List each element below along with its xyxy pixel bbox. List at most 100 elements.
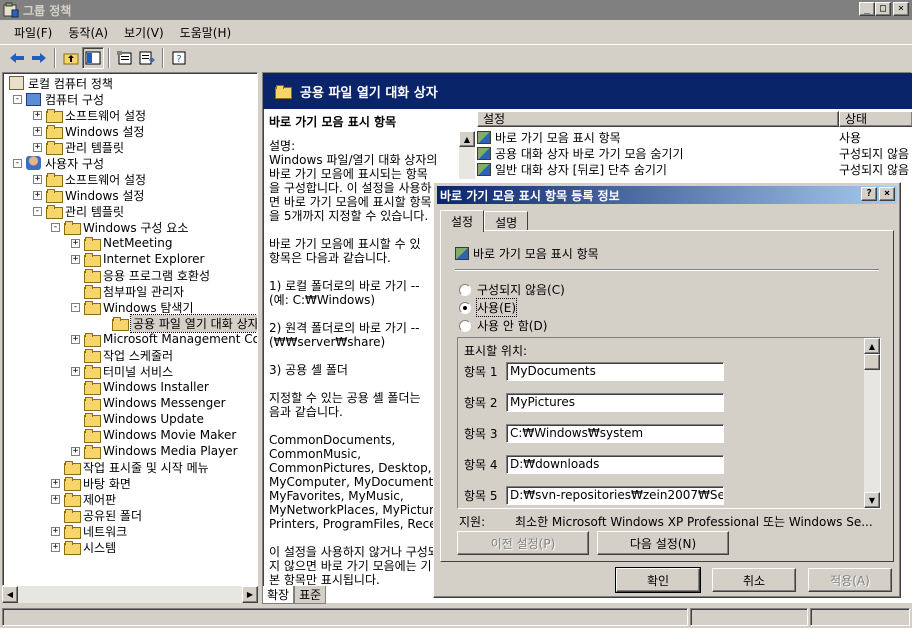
forward-icon[interactable] [28,47,50,69]
tree-node[interactable]: + NetMeeting [71,235,172,251]
place-input-2[interactable]: MyPictures [506,393,724,412]
radio-circle[interactable] [459,283,471,296]
console-tree[interactable]: 로컬 컴퓨터 정책 - 컴퓨터 구성 + 소프트웨어 설정 + Windows 설정 + 관리 … [2,72,258,586]
expand-icon[interactable]: + [71,446,80,456]
tree-node[interactable]: + 시스템 [51,539,116,555]
tree-node[interactable]: Windows Messenger [71,395,226,411]
show-hide-tree-icon[interactable] [82,46,104,69]
next-setting-button[interactable]: 다음 설정(N) [597,531,729,555]
radio-circle[interactable] [459,319,471,332]
apply-button[interactable]: 적용(A) [808,568,892,592]
tree-node[interactable]: + 소프트웨어 설정 [33,107,146,123]
tree-node[interactable]: 공용 파일 열기 대화 상자 [99,313,257,333]
column-header-state[interactable]: 상태 [839,111,912,127]
tree-node[interactable]: + Microsoft Management Con [71,331,257,347]
tree-horizontal-scrollbar[interactable]: ◀ ▶ [2,586,258,603]
tree-node[interactable]: + Windows Media Player [71,443,238,459]
expand-icon[interactable]: + [71,334,80,344]
up-folder-icon[interactable] [60,47,82,69]
expand-icon[interactable]: + [33,126,42,136]
options-scrollbar[interactable]: ▲ ▼ [864,338,880,508]
scroll-thumb[interactable] [864,354,880,370]
menu-file[interactable]: 파일(F) [6,24,60,41]
expand-icon[interactable]: + [71,254,80,264]
tree-node[interactable]: + Internet Explorer [71,251,204,267]
expand-icon[interactable]: + [33,174,42,184]
expand-icon[interactable]: + [51,526,60,536]
tree-node[interactable]: + 네트워크 [51,523,127,539]
tree-node[interactable]: - Windows 구성 요소 [51,219,188,235]
list-scrollbar[interactable]: ▲ [459,131,475,179]
tree-node[interactable]: - Windows 탐색기 [71,299,194,315]
expand-icon[interactable]: + [71,238,80,248]
radio-not-configured[interactable]: 구성되지 않음(C) [459,281,565,298]
place-input-3[interactable]: C:₩Windows₩system [506,424,724,443]
tab-standard[interactable]: 표준 [294,586,327,604]
tree-node[interactable]: 작업 표시줄 및 시작 메뉴 [51,459,209,475]
cancel-button[interactable]: 취소 [712,568,796,592]
column-header-setting[interactable]: 설정 [477,111,839,127]
expand-icon[interactable]: + [33,110,42,120]
scroll-up-icon[interactable]: ▲ [459,131,475,147]
place-input-5[interactable]: D:₩svn-repositories₩zein2007₩Secu [506,486,724,505]
menu-view[interactable]: 보기(V) [116,24,172,41]
scroll-track[interactable] [18,586,242,603]
tree-node[interactable]: 로컬 컴퓨터 정책 [9,75,113,91]
help-icon[interactable]: ? [168,47,190,69]
tree-node[interactable]: - 관리 템플릿 [33,203,124,219]
place-input-1[interactable]: MyDocuments [506,362,724,381]
place-input-4[interactable]: D:₩downloads [506,455,724,474]
tree-node[interactable]: + Windows 설정 [33,123,144,139]
ok-button[interactable]: 확인 [615,567,701,593]
tree-node[interactable]: Windows Installer [71,379,209,395]
tree-node[interactable]: Windows Update [71,411,204,427]
tree-node[interactable]: 첨부파일 관리자 [71,283,184,299]
expand-icon[interactable]: + [51,478,60,488]
radio-disabled[interactable]: 사용 안 함(D) [459,317,547,334]
radio-enabled[interactable]: 사용(E) [459,298,518,317]
tree-node[interactable]: + Windows 설정 [33,187,144,203]
scroll-left-icon[interactable]: ◀ [2,586,18,603]
tree-node[interactable]: + 관리 템플릿 [33,139,124,155]
tree-node[interactable]: 작업 스케줄러 [71,347,173,363]
collapse-icon[interactable]: - [71,302,80,312]
previous-setting-button[interactable]: 이전 설정(P) [457,531,589,555]
setting-row[interactable]: 일반 대화 상자 [뒤로] 단추 숨기기 구성되지 않음 [477,161,912,177]
tree-node[interactable]: - 사용자 구성 [13,155,104,171]
radio-circle[interactable] [459,301,471,314]
tree-node[interactable]: 공유된 폴더 [51,507,142,523]
tab-settings[interactable]: 설정 [440,210,485,232]
tree-node[interactable]: + 제어판 [51,491,116,507]
export-list-icon[interactable] [136,47,158,69]
dialog-close-button[interactable]: × [879,187,895,201]
setting-row[interactable]: 공용 대화 상자 바로 가기 모음 숨기기 구성되지 않음 [477,145,912,161]
maximize-button[interactable]: □ [875,2,891,16]
expand-icon[interactable]: + [71,366,80,376]
back-icon[interactable] [6,47,28,69]
tree-node[interactable]: - 컴퓨터 구성 [13,91,104,107]
tree-node[interactable]: + 터미널 서비스 [71,363,173,379]
collapse-icon[interactable]: - [13,158,22,168]
dialog-title-bar[interactable]: 바로 가기 모음 표시 항목 등록 정보 ? × [437,186,897,204]
expand-icon[interactable]: + [51,494,60,504]
properties-icon[interactable] [114,47,136,69]
scroll-up-icon[interactable]: ▲ [864,338,880,354]
tab-extended[interactable]: 확장 [262,586,295,604]
collapse-icon[interactable]: - [13,94,22,104]
window-title-bar[interactable]: 그룹 정책 _ □ × [0,0,912,20]
collapse-icon[interactable]: - [51,222,60,232]
expand-icon[interactable]: + [33,142,42,152]
close-button[interactable]: × [893,2,909,16]
tree-node[interactable]: 응용 프로그램 호환성 [71,267,210,283]
expand-icon[interactable]: + [33,190,42,200]
scroll-right-icon[interactable]: ▶ [242,586,258,603]
dialog-help-button[interactable]: ? [861,187,877,201]
expand-icon[interactable]: + [51,542,60,552]
setting-row[interactable]: 바로 가기 모음 표시 항목 사용 [477,129,912,145]
menu-action[interactable]: 동작(A) [60,24,116,41]
minimize-button[interactable]: _ [859,2,875,16]
menu-help[interactable]: 도움말(H) [172,24,240,41]
scroll-down-icon[interactable]: ▼ [864,492,880,508]
tree-node[interactable]: + 바탕 화면 [51,475,131,491]
tree-node[interactable]: + 소프트웨어 설정 [33,171,146,187]
